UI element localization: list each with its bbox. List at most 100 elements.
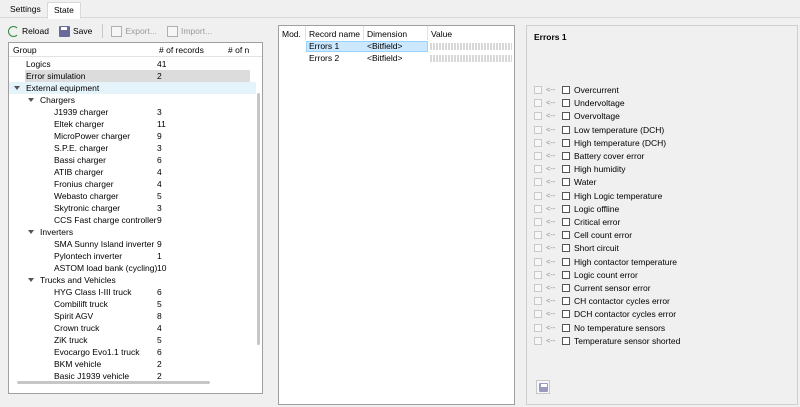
- tree-row[interactable]: ATIB charger 4: [9, 166, 256, 178]
- flag-checkbox[interactable]: [562, 152, 570, 160]
- export-icon: [111, 25, 123, 37]
- tree-row[interactable]: J1939 charger 3: [9, 106, 256, 118]
- tree-row[interactable]: Spirit AGV 8: [9, 310, 256, 322]
- tree-row[interactable]: Fronius charger 4: [9, 178, 256, 190]
- column-header-dimension[interactable]: Dimension: [367, 29, 407, 39]
- chevron-down-icon[interactable]: [28, 278, 34, 282]
- tree-row-inverters[interactable]: Inverters: [9, 226, 256, 238]
- flag-checkbox[interactable]: [562, 297, 570, 306]
- tree-row[interactable]: CCS Fast charge controller 9: [9, 214, 256, 226]
- tree-row-label: MicroPower charger: [54, 131, 131, 141]
- column-header-mod[interactable]: Mod.: [282, 29, 301, 39]
- tree-row[interactable]: S.P.E. charger 3: [9, 142, 256, 154]
- tree-row[interactable]: Combilift truck 5: [9, 298, 256, 310]
- tree-row[interactable]: Eltek charger 11: [9, 118, 256, 130]
- tree-row-count: 41: [157, 59, 167, 69]
- flag-arrow: <--: [546, 283, 556, 292]
- column-header-record-name[interactable]: Record name: [309, 29, 360, 39]
- tree-row[interactable]: ZiK truck 5: [9, 334, 256, 346]
- flag-checkbox[interactable]: [562, 86, 570, 94]
- state-checkbox: [534, 284, 542, 292]
- chevron-down-icon[interactable]: [14, 86, 20, 90]
- flag-checkbox[interactable]: [562, 99, 570, 108]
- column-header-value[interactable]: Value: [431, 29, 452, 39]
- export-button[interactable]: Export...: [111, 23, 157, 39]
- reload-button[interactable]: Reload: [8, 23, 49, 39]
- tree-row-label: External equipment: [26, 83, 100, 93]
- tree-row-count: 6: [157, 347, 162, 357]
- tree-row-label: Eltek charger: [54, 119, 105, 129]
- tree-row[interactable]: Crown truck 4: [9, 322, 256, 334]
- flag-checkbox[interactable]: [562, 323, 570, 332]
- tree-row-label: Spirit AGV: [54, 311, 94, 321]
- tree-row-logics[interactable]: Logics 41: [9, 58, 256, 70]
- tree-row-count: 3: [157, 203, 162, 213]
- table-row-errors-2[interactable]: Errors 2 <Bitfield>: [279, 53, 514, 64]
- tree-row-count: 9: [157, 215, 162, 225]
- column-divider[interactable]: [427, 26, 428, 40]
- tree-row-error-simulation[interactable]: Error simulation 2: [25, 70, 250, 82]
- tree-row-trucks-and-vehicles[interactable]: Trucks and Vehicles: [9, 274, 256, 286]
- flag-label: Temperature sensor shorted: [574, 335, 681, 346]
- flag-checkbox[interactable]: [562, 125, 570, 134]
- group-tree[interactable]: Group # of records # of n Logics 41 Erro…: [8, 42, 263, 394]
- tree-row[interactable]: Webasto charger 5: [9, 190, 256, 202]
- tab-state[interactable]: State: [47, 2, 81, 19]
- horizontal-scrollbar[interactable]: [17, 381, 210, 384]
- flag-checkbox[interactable]: [562, 231, 570, 240]
- flag-arrow: <--: [546, 151, 556, 160]
- column-divider[interactable]: [305, 26, 306, 40]
- column-header-group[interactable]: Group: [13, 45, 37, 55]
- flag-checkbox[interactable]: [562, 257, 570, 266]
- tree-row[interactable]: Pylontech inverter 1: [9, 250, 256, 262]
- flag-checkbox[interactable]: [562, 336, 570, 345]
- tree-row[interactable]: SMA Sunny Island inverter 9: [9, 238, 256, 250]
- flag-checkbox[interactable]: [562, 244, 570, 253]
- tree-row[interactable]: BKM vehicle 2: [9, 358, 256, 370]
- flag-checkbox[interactable]: [562, 165, 570, 174]
- tab-settings[interactable]: Settings: [4, 2, 47, 18]
- chevron-down-icon[interactable]: [28, 230, 34, 234]
- tree-row-label: Crown truck: [54, 323, 100, 333]
- column-header-records[interactable]: # of records: [159, 45, 204, 55]
- tree-row[interactable]: MicroPower charger 9: [9, 130, 256, 142]
- tree-row[interactable]: ASTOM load bank (cycling) 10: [9, 262, 256, 274]
- flag-checkbox[interactable]: [562, 204, 570, 213]
- flag-checkbox[interactable]: [562, 191, 570, 200]
- record-dimension: <Bitfield>: [367, 41, 403, 51]
- import-button[interactable]: Import...: [166, 23, 213, 39]
- flag-label: High Logic temperature: [574, 190, 663, 201]
- save-icon: [58, 25, 70, 37]
- flag-checkbox[interactable]: [562, 178, 570, 187]
- records-table[interactable]: Mod. Record name Dimension Value Errors …: [278, 25, 515, 405]
- flag-checkbox[interactable]: [562, 218, 570, 226]
- flag-label: Current sensor error: [574, 283, 651, 293]
- tree-row-label: Combilift truck: [54, 299, 108, 309]
- reload-icon: [8, 25, 19, 37]
- export-label: Export...: [125, 26, 157, 36]
- column-divider[interactable]: [363, 26, 364, 40]
- vertical-scrollbar[interactable]: [257, 93, 260, 345]
- import-label: Import...: [180, 26, 213, 36]
- flag-checkbox[interactable]: [562, 138, 570, 147]
- table-row-errors-1[interactable]: Errors 1 <Bitfield>: [279, 41, 514, 52]
- column-header-n[interactable]: # of n: [228, 45, 249, 55]
- tree-row-chargers[interactable]: Chargers: [9, 94, 256, 106]
- tree-row[interactable]: Bassi charger 6: [9, 154, 256, 166]
- tree-row[interactable]: Skytronic charger 3: [9, 202, 256, 214]
- flag-checkbox[interactable]: [562, 270, 570, 279]
- tree-row[interactable]: HYG Class I-III truck 6: [9, 286, 256, 298]
- tree-row-count: 4: [157, 323, 162, 333]
- tree-row-label: ASTOM load bank (cycling): [54, 263, 158, 273]
- tree-row[interactable]: Evocargo Evo1.1 truck 6: [9, 346, 256, 358]
- flag-arrow: <--: [546, 269, 556, 279]
- apply-save-button[interactable]: [536, 380, 550, 394]
- flag-checkbox[interactable]: [562, 112, 570, 121]
- tree-row-external-equipment[interactable]: External equipment: [9, 82, 256, 94]
- tree-row-label: Inverters: [40, 227, 74, 237]
- save-button[interactable]: Save: [58, 23, 92, 39]
- flag-row: <-- Critical error: [534, 216, 794, 228]
- flag-checkbox[interactable]: [562, 284, 570, 292]
- chevron-down-icon[interactable]: [28, 98, 34, 102]
- flag-checkbox[interactable]: [562, 310, 570, 319]
